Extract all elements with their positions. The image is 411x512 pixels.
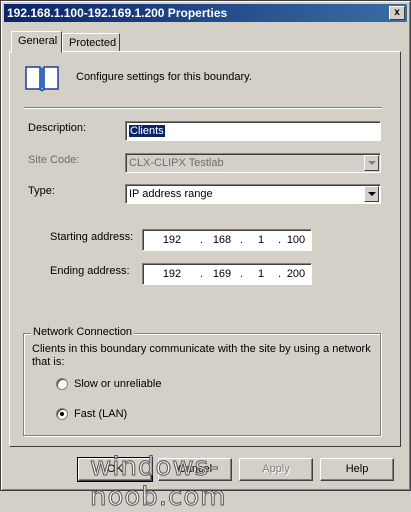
description-value: Clients (129, 125, 165, 137)
close-icon[interactable]: x (389, 6, 405, 20)
divider (24, 107, 382, 109)
help-button[interactable]: Help (320, 458, 394, 481)
tab-protected-label: Protected (69, 37, 117, 49)
starting-octet-2[interactable]: 168 (207, 234, 237, 246)
octet-separator: . (200, 234, 204, 246)
fast-connection-radio[interactable] (56, 408, 68, 420)
description-input[interactable]: Clients (125, 121, 381, 141)
ending-octet-2[interactable]: 169 (207, 268, 237, 280)
window-title: 192.168.1.100-192.169.1.200 Properties (7, 6, 228, 20)
octet-separator: . (200, 268, 204, 280)
type-dropdown[interactable]: IP address range (125, 184, 381, 204)
header-text: Configure settings for this boundary. (76, 71, 252, 83)
type-value: IP address range (129, 188, 213, 200)
chevron-down-icon (364, 155, 379, 171)
starting-octet-4[interactable]: 100 (281, 234, 311, 246)
boundary-book-icon (25, 66, 59, 92)
slow-connection-label[interactable]: Slow or unreliable (74, 378, 161, 390)
ending-octet-4[interactable]: 200 (281, 268, 311, 280)
description-label: Description: (28, 122, 87, 134)
starting-octet-1[interactable]: 192 (157, 234, 187, 246)
fast-connection-label[interactable]: Fast (LAN) (74, 408, 127, 420)
slow-connection-radio[interactable] (56, 378, 68, 390)
title-bar[interactable]: 192.168.1.100-192.169.1.200 Properties x (4, 4, 407, 22)
starting-octet-3[interactable]: 1 (246, 234, 276, 246)
ok-button[interactable]: OK (77, 457, 153, 482)
ending-octet-1[interactable]: 192 (157, 268, 187, 280)
network-description-line2: that is: (32, 356, 65, 368)
network-description-line1: Clients in this boundary communicate wit… (32, 343, 371, 355)
ending-address-input[interactable]: 192 . 169 . 1 . 200 (142, 263, 312, 285)
network-connection-legend: Network Connection (31, 326, 135, 338)
site-code-label: Site Code: (28, 154, 80, 166)
tab-protected[interactable]: Protected (62, 33, 120, 53)
starting-address-input[interactable]: 192 . 168 . 1 . 100 (142, 229, 312, 251)
tab-general[interactable]: General (11, 31, 62, 53)
tab-general-label: General (18, 35, 58, 47)
starting-address-label: Starting address: (50, 231, 134, 243)
site-code-dropdown: CLX-CLIPX Testlab (125, 153, 381, 173)
ending-octet-3[interactable]: 1 (246, 268, 276, 280)
octet-separator: . (240, 234, 244, 246)
site-code-value: CLX-CLIPX Testlab (129, 157, 224, 169)
ending-address-label: Ending address: (50, 265, 130, 277)
cancel-button[interactable]: Cancel (158, 458, 232, 481)
chevron-down-icon[interactable] (364, 186, 379, 202)
type-label: Type: (28, 185, 55, 197)
apply-button[interactable]: Apply (239, 458, 313, 481)
octet-separator: . (240, 268, 244, 280)
